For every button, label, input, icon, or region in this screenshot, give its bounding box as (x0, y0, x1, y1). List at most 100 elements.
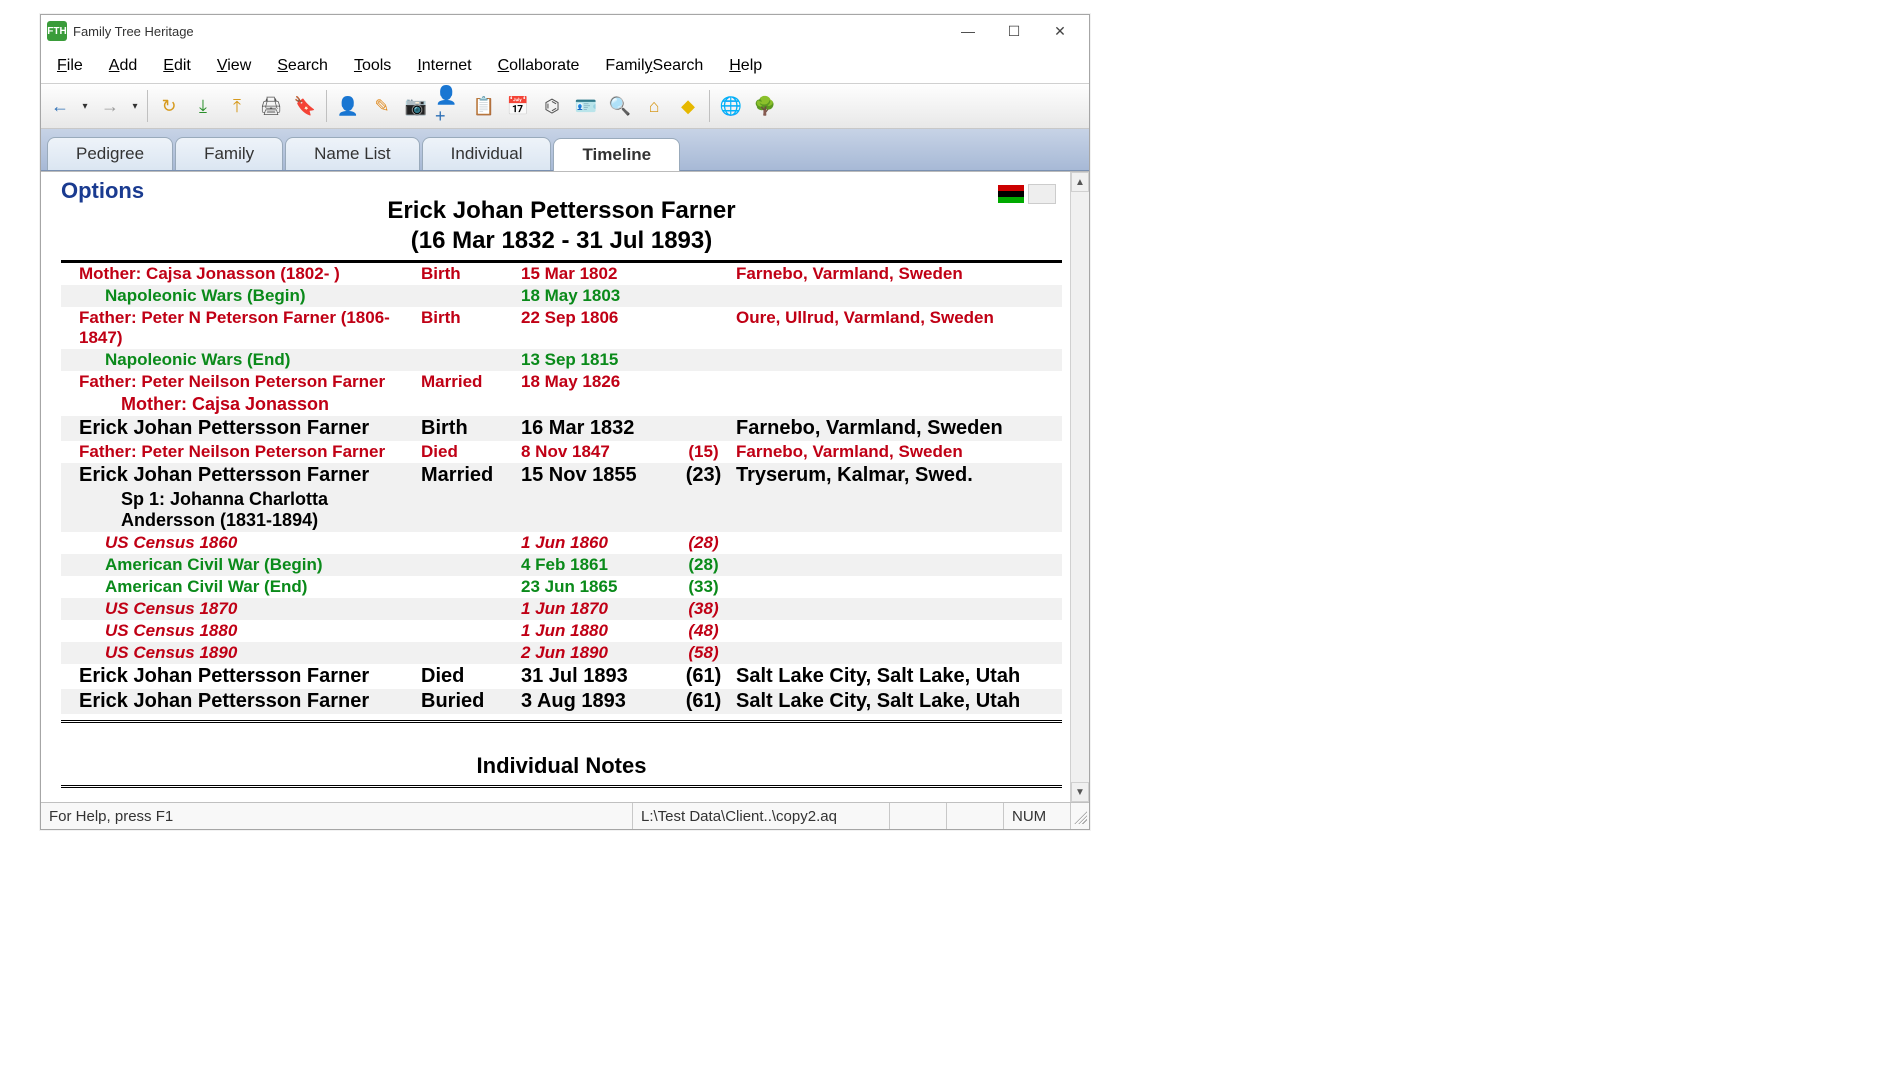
timeline-place (736, 555, 1056, 575)
tree-button[interactable]: 🌳 (750, 90, 780, 122)
add-person-button[interactable]: 👤+ (435, 90, 465, 122)
refresh-button[interactable]: ↻ (154, 90, 184, 122)
timeline-date: 22 Sep 1806 (521, 308, 671, 348)
timeline-row[interactable]: American Civil War (End)23 Jun 1865(33) (61, 576, 1062, 598)
maximize-button[interactable]: ☐ (991, 17, 1037, 45)
statusbar: For Help, press F1 L:\Test Data\Client..… (41, 802, 1089, 829)
minimize-button[interactable]: — (945, 17, 991, 45)
timeline-main: US Census 1870 (61, 599, 421, 619)
timeline-row[interactable]: Napoleonic Wars (Begin)18 May 1803 (61, 285, 1062, 307)
tab-individual[interactable]: Individual (422, 137, 552, 170)
timeline-main: Father: Peter N Peterson Farner (1806-18… (61, 308, 421, 348)
card-button[interactable]: 🪪 (571, 90, 601, 122)
timeline-row[interactable]: Mother: Cajsa Jonasson (1802- )Birth15 M… (61, 263, 1062, 285)
timeline-event: Birth (421, 264, 521, 284)
nav-forward-button[interactable]: → (95, 90, 125, 122)
timeline-row[interactable]: Erick Johan Pettersson FarnerDied31 Jul … (61, 664, 1062, 689)
bookmark-button[interactable]: 🔖 (290, 90, 320, 122)
window-title: Family Tree Heritage (73, 24, 194, 39)
timeline-date: 16 Mar 1832 (521, 417, 671, 440)
timeline-row[interactable]: Father: Peter N Peterson Farner (1806-18… (61, 307, 1062, 349)
menu-collaborate[interactable]: Collaborate (486, 51, 592, 81)
timeline-age: (61) (671, 690, 736, 713)
search-db-button[interactable]: 🔍 (605, 90, 635, 122)
timeline-age: (48) (671, 621, 736, 641)
timeline-row[interactable]: Father: Peter Neilson Peterson FarnerDie… (61, 441, 1062, 463)
nav-back-button[interactable]: ← (45, 90, 75, 122)
resize-grip[interactable] (1071, 808, 1087, 824)
menu-add[interactable]: Add (97, 51, 149, 81)
menu-internet[interactable]: Internet (405, 51, 483, 81)
tab-pedigree[interactable]: Pedigree (47, 137, 173, 170)
up-button[interactable]: ◆ (673, 90, 703, 122)
timeline-place (736, 621, 1056, 641)
timeline-row[interactable]: US Census 18801 Jun 1880(48) (61, 620, 1062, 642)
scroll-track[interactable] (1071, 192, 1089, 782)
nav-back-dropdown[interactable]: ▾ (79, 90, 91, 122)
menu-search[interactable]: Search (265, 51, 340, 81)
timeline-row[interactable]: US Census 18902 Jun 1890(58) (61, 642, 1062, 664)
import-button[interactable]: ⤓ (188, 90, 218, 122)
timeline-main: US Census 1890 (61, 643, 421, 663)
timeline-place: Farnebo, Varmland, Sweden (736, 264, 1056, 284)
print-button[interactable]: 🖨 (256, 90, 286, 122)
chart-button[interactable]: ⌬ (537, 90, 567, 122)
timeline-place: Salt Lake City, Salt Lake, Utah (736, 665, 1056, 688)
timeline-row[interactable]: US Census 18601 Jun 1860(28) (61, 532, 1062, 554)
person-name: Erick Johan Pettersson Farner (61, 196, 1062, 226)
media-button[interactable]: 📷 (401, 90, 431, 122)
clipboard-button[interactable]: 📋 (469, 90, 499, 122)
timeline-row[interactable]: Napoleonic Wars (End)13 Sep 1815 (61, 349, 1062, 371)
timeline-event (421, 621, 521, 641)
timeline-row[interactable]: American Civil War (Begin)4 Feb 1861(28) (61, 554, 1062, 576)
timeline-main: Erick Johan Pettersson Farner (61, 690, 421, 713)
tab-name-list[interactable]: Name List (285, 137, 420, 170)
timeline-row[interactable]: Erick Johan Pettersson FarnerBuried3 Aug… (61, 689, 1062, 714)
timeline-main: Mother: Cajsa Jonasson (1802- ) (61, 264, 421, 284)
nav-forward-dropdown[interactable]: ▾ (129, 90, 141, 122)
web-button[interactable]: 🌐 (716, 90, 746, 122)
timeline-row[interactable]: Erick Johan Pettersson FarnerMarried15 N… (61, 463, 1062, 488)
timeline-row[interactable]: Erick Johan Pettersson FarnerBirth16 Mar… (61, 416, 1062, 441)
close-button[interactable]: ✕ (1037, 17, 1083, 45)
timeline-event: Married (421, 464, 521, 487)
blank-flag-icon[interactable] (1028, 184, 1056, 204)
timeline-age (671, 350, 736, 370)
timeline-event: Buried (421, 690, 521, 713)
timeline-date: 1 Jun 1870 (521, 599, 671, 619)
timeline-main: Napoleonic Wars (End) (61, 350, 421, 370)
timeline-age: (58) (671, 643, 736, 663)
timeline-sub-row: Mother: Cajsa Jonasson (61, 393, 1062, 416)
menu-file[interactable]: File (45, 51, 95, 81)
timeline-event (421, 577, 521, 597)
options-link[interactable]: Options (61, 178, 144, 204)
home-button[interactable]: ⌂ (639, 90, 669, 122)
timeline-main: American Civil War (Begin) (61, 555, 421, 575)
vertical-scrollbar[interactable]: ▲ ▼ (1070, 172, 1089, 802)
timeline-age: (61) (671, 665, 736, 688)
calendar-button[interactable]: 📅 (503, 90, 533, 122)
flag-icon[interactable] (998, 185, 1024, 203)
timeline-age (671, 264, 736, 284)
timeline-row[interactable]: US Census 18701 Jun 1870(38) (61, 598, 1062, 620)
timeline-main: US Census 1860 (61, 533, 421, 553)
timeline-row[interactable]: Father: Peter Neilson Peterson FarnerMar… (61, 371, 1062, 393)
menu-view[interactable]: View (205, 51, 263, 81)
menu-familysearch[interactable]: FamilySearch (593, 51, 715, 81)
scroll-down-button[interactable]: ▼ (1071, 782, 1089, 802)
timeline-place (736, 350, 1056, 370)
edit-notes-button[interactable]: ✎ (367, 90, 397, 122)
app-icon: FTH (47, 21, 67, 41)
timeline-age (671, 417, 736, 440)
menu-edit[interactable]: Edit (151, 51, 203, 81)
edit-person-button[interactable]: 👤 (333, 90, 363, 122)
timeline-age (671, 372, 736, 392)
export-button[interactable]: ⤒ (222, 90, 252, 122)
menu-help[interactable]: Help (717, 51, 774, 81)
menu-tools[interactable]: Tools (342, 51, 403, 81)
scroll-up-button[interactable]: ▲ (1071, 172, 1089, 192)
tab-timeline[interactable]: Timeline (553, 138, 680, 171)
tab-family[interactable]: Family (175, 137, 283, 170)
timeline-place (736, 577, 1056, 597)
timeline-place: Tryserum, Kalmar, Swed. (736, 464, 1056, 487)
